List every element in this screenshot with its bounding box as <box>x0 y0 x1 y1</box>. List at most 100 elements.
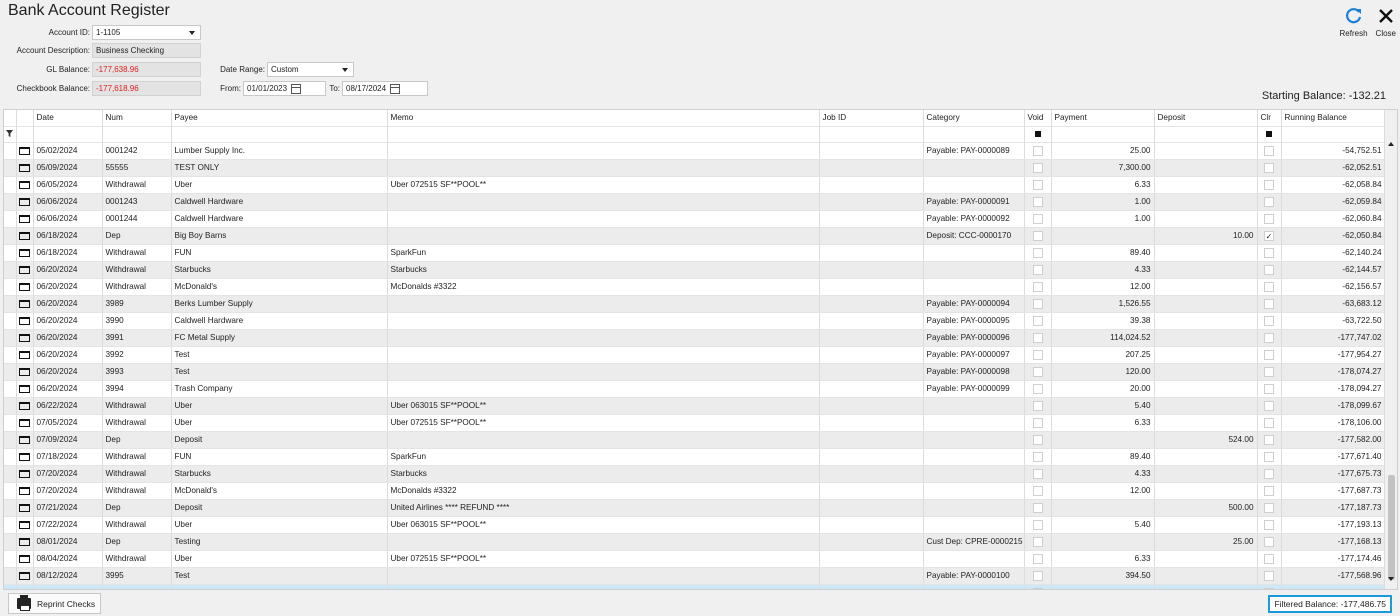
void-checkbox[interactable] <box>1024 363 1052 381</box>
table-row[interactable]: 07/20/2024 Withdrawal Starbucks Starbucks 4.… <box>4 465 1386 483</box>
col-memo[interactable]: Memo <box>387 110 820 127</box>
open-record-button[interactable] <box>16 227 34 245</box>
clr-checkbox[interactable] <box>1257 584 1282 589</box>
table-row[interactable]: 07/20/2024 Withdrawal McDonald's McDonalds … <box>4 482 1386 500</box>
open-record-button[interactable] <box>16 516 34 534</box>
void-checkbox[interactable] <box>1024 465 1052 483</box>
calendar-icon[interactable] <box>390 83 401 94</box>
table-row[interactable]: 06/06/2024 0001244 Caldwell Hardware Payabl… <box>4 210 1386 228</box>
void-checkbox[interactable] <box>1024 516 1052 534</box>
clr-checkbox[interactable] <box>1257 159 1282 177</box>
open-record-button[interactable] <box>16 363 34 381</box>
open-record-button[interactable] <box>16 584 34 589</box>
col-job-id[interactable]: Job ID <box>819 110 924 127</box>
clr-checkbox[interactable] <box>1257 329 1282 347</box>
table-row[interactable]: 07/21/2024 Dep Deposit United Airlines ****… <box>4 499 1386 517</box>
to-date-field[interactable]: 08/17/2024 <box>342 81 428 96</box>
void-checkbox[interactable] <box>1024 193 1052 211</box>
open-record-button[interactable] <box>16 312 34 330</box>
void-checkbox[interactable] <box>1024 448 1052 466</box>
open-record-button[interactable] <box>16 414 34 432</box>
table-row[interactable]: 07/22/2024 Withdrawal Uber Uber 063015 SF**… <box>4 516 1386 534</box>
col-payment[interactable]: Payment <box>1051 110 1155 127</box>
calendar-icon[interactable] <box>291 83 302 94</box>
void-checkbox[interactable] <box>1024 159 1052 177</box>
table-row[interactable]: 08/04/2024 Withdrawal Uber Uber 072515 SF**… <box>4 550 1386 568</box>
clr-checkbox[interactable] <box>1257 193 1282 211</box>
void-checkbox[interactable] <box>1024 414 1052 432</box>
open-record-button[interactable] <box>16 295 34 313</box>
void-checkbox[interactable] <box>1024 312 1052 330</box>
void-checkbox[interactable] <box>1024 176 1052 194</box>
table-row[interactable]: 06/18/2024 Withdrawal FUN SparkFun 89.40 -62,… <box>4 244 1386 262</box>
table-row[interactable]: 06/20/2024 3993 Test Payable: PAY-0000098 12… <box>4 363 1386 381</box>
clr-checkbox[interactable] <box>1257 142 1282 160</box>
table-row[interactable]: 06/05/2024 Withdrawal Uber Uber 072515 SF**… <box>4 176 1386 194</box>
open-record-button[interactable] <box>16 346 34 364</box>
table-row[interactable]: 08/01/2024 Dep Testing Cust Dep: CPRE-00002… <box>4 533 1386 551</box>
table-row[interactable]: 05/09/2024 55555 TEST ONLY 7,300.00 -62,052.… <box>4 159 1386 177</box>
open-record-button[interactable] <box>16 499 34 517</box>
void-checkbox[interactable] <box>1024 295 1052 313</box>
void-checkbox[interactable] <box>1024 482 1052 500</box>
void-checkbox[interactable] <box>1024 244 1052 262</box>
clr-checkbox[interactable] <box>1257 244 1282 262</box>
refresh-button[interactable]: Refresh <box>1340 6 1368 38</box>
clr-checkbox[interactable] <box>1257 210 1282 228</box>
void-checkbox[interactable] <box>1024 397 1052 415</box>
clr-checkbox[interactable] <box>1257 499 1282 517</box>
table-row[interactable]: 06/20/2024 3994 Trash Company Payable: PAY-… <box>4 380 1386 398</box>
void-checkbox[interactable] <box>1024 329 1052 347</box>
clr-checkbox[interactable]: ✓ <box>1257 227 1282 245</box>
clr-checkbox[interactable] <box>1257 482 1282 500</box>
open-record-button[interactable] <box>16 142 34 160</box>
clr-checkbox[interactable] <box>1257 431 1282 449</box>
open-record-button[interactable] <box>16 482 34 500</box>
void-checkbox[interactable] <box>1024 227 1052 245</box>
clr-checkbox[interactable] <box>1257 550 1282 568</box>
table-row[interactable]: 07/18/2024 Withdrawal FUN SparkFun 89.40 -177… <box>4 448 1386 466</box>
open-record-button[interactable] <box>16 550 34 568</box>
col-running-balance[interactable]: Running Balance <box>1281 110 1386 127</box>
col-payee[interactable]: Payee <box>171 110 388 127</box>
table-row[interactable]: 07/09/2024 Dep Deposit 524.00 -177,582.00 <box>4 431 1386 449</box>
open-record-button[interactable] <box>16 329 34 347</box>
open-record-button[interactable] <box>16 397 34 415</box>
table-row[interactable]: 05/02/2024 0001242 Lumber Supply Inc. Payab… <box>4 142 1386 160</box>
reprint-checks-button[interactable]: Reprint Checks <box>8 593 101 614</box>
open-record-button[interactable] <box>16 278 34 296</box>
table-row[interactable]: 06/20/2024 Withdrawal McDonald's McDonalds … <box>4 278 1386 296</box>
col-category[interactable]: Category <box>923 110 1025 127</box>
table-row[interactable]: 06/18/2024 Dep Big Boy Barns Deposit: CCC-0… <box>4 227 1386 245</box>
open-record-button[interactable] <box>16 448 34 466</box>
from-date-field[interactable]: 01/01/2023 <box>243 81 326 96</box>
clr-checkbox[interactable] <box>1257 176 1282 194</box>
filter-icon[interactable] <box>4 126 17 143</box>
void-checkbox[interactable] <box>1024 499 1052 517</box>
table-row[interactable]: 06/20/2024 Withdrawal Starbucks Starbucks 4.… <box>4 261 1386 279</box>
close-button[interactable]: Close <box>1376 6 1396 38</box>
clr-checkbox[interactable] <box>1257 516 1282 534</box>
col-clr[interactable]: Clr <box>1257 110 1282 127</box>
open-record-button[interactable] <box>16 159 34 177</box>
clr-checkbox[interactable] <box>1257 533 1282 551</box>
clr-checkbox[interactable] <box>1257 312 1282 330</box>
scroll-down-icon[interactable] <box>1388 577 1394 581</box>
table-row[interactable]: 08/12/2024 3995 Test Payable: PAY-0000100 39… <box>4 567 1386 585</box>
open-record-button[interactable] <box>16 431 34 449</box>
scroll-up-icon[interactable] <box>1388 142 1394 146</box>
clr-checkbox[interactable] <box>1257 295 1282 313</box>
void-checkbox[interactable] <box>1024 210 1052 228</box>
open-record-button[interactable] <box>16 193 34 211</box>
clr-checkbox[interactable] <box>1257 567 1282 585</box>
open-record-button[interactable] <box>16 244 34 262</box>
void-checkbox[interactable] <box>1024 567 1052 585</box>
col-void[interactable]: Void <box>1024 110 1052 127</box>
void-checkbox[interactable] <box>1024 380 1052 398</box>
table-row[interactable]: 06/20/2024 3991 FC Metal Supply Payable: PA… <box>4 329 1386 347</box>
open-record-button[interactable] <box>16 261 34 279</box>
void-checkbox[interactable] <box>1024 584 1052 589</box>
clr-checkbox[interactable] <box>1257 363 1282 381</box>
table-row[interactable]: 06/20/2024 3989 Berks Lumber Supply Payable… <box>4 295 1386 313</box>
clr-checkbox[interactable] <box>1257 346 1282 364</box>
